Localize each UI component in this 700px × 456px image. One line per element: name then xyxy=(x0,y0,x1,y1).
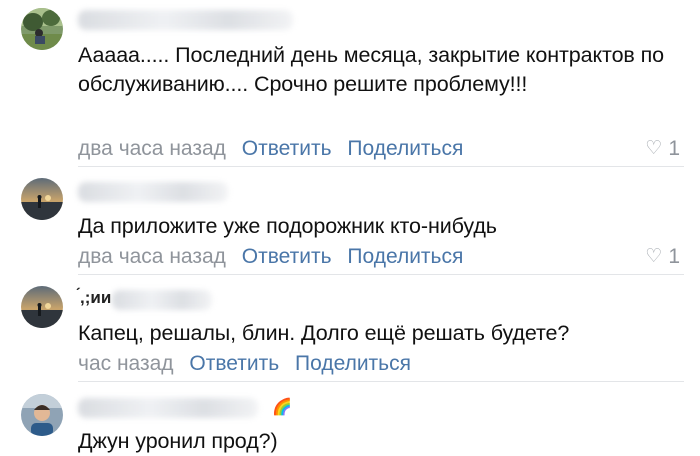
divider xyxy=(78,166,684,167)
timestamp: два часа назад xyxy=(78,137,226,160)
comment-text: Да приложите уже подорожник кто-нибудь xyxy=(78,214,497,238)
like-button[interactable]: ♡ 1 xyxy=(645,136,680,162)
comment-text: Джун уронил прод?) xyxy=(78,429,278,453)
author-name-blurred[interactable] xyxy=(78,10,293,30)
share-link[interactable]: Поделиться xyxy=(347,137,463,160)
reply-link[interactable]: Ответить xyxy=(242,245,332,268)
avatar[interactable] xyxy=(21,178,63,220)
reply-link[interactable]: Ответить xyxy=(242,137,332,160)
heart-outline-icon: ♡ xyxy=(645,246,663,267)
author-name-blurred[interactable] xyxy=(112,290,212,310)
comment-meta: час назад Ответить Поделиться xyxy=(78,351,411,377)
like-button[interactable]: ♡ 1 xyxy=(645,244,680,270)
comment-meta: два часа назад Ответить Поделиться xyxy=(78,244,463,270)
share-link[interactable]: Поделиться xyxy=(347,245,463,268)
comment-meta: два часа назад Ответить Поделиться xyxy=(78,136,463,162)
divider xyxy=(78,274,684,275)
heart-outline-icon: ♡ xyxy=(645,138,663,159)
author-name-blurred[interactable] xyxy=(78,398,258,418)
comment-text: Ааааа..... Последний день месяца, закрыт… xyxy=(78,43,665,96)
author-name-partial[interactable]: ́,;ии xyxy=(80,288,111,308)
avatar[interactable] xyxy=(21,286,63,328)
avatar[interactable] xyxy=(21,394,63,436)
avatar[interactable] xyxy=(21,8,63,50)
like-count: 1 xyxy=(668,137,680,160)
author-name-blurred[interactable] xyxy=(78,182,228,202)
like-count: 1 xyxy=(668,245,680,268)
reply-link[interactable]: Ответить xyxy=(189,352,279,375)
share-link[interactable]: Поделиться xyxy=(295,352,411,375)
timestamp: час назад xyxy=(78,352,174,375)
timestamp: два часа назад xyxy=(78,245,226,268)
author-badge: 🌈 xyxy=(272,399,292,416)
divider xyxy=(78,381,684,382)
comment-text: Капец, решалы, блин. Долго ещё решать бу… xyxy=(78,321,570,345)
